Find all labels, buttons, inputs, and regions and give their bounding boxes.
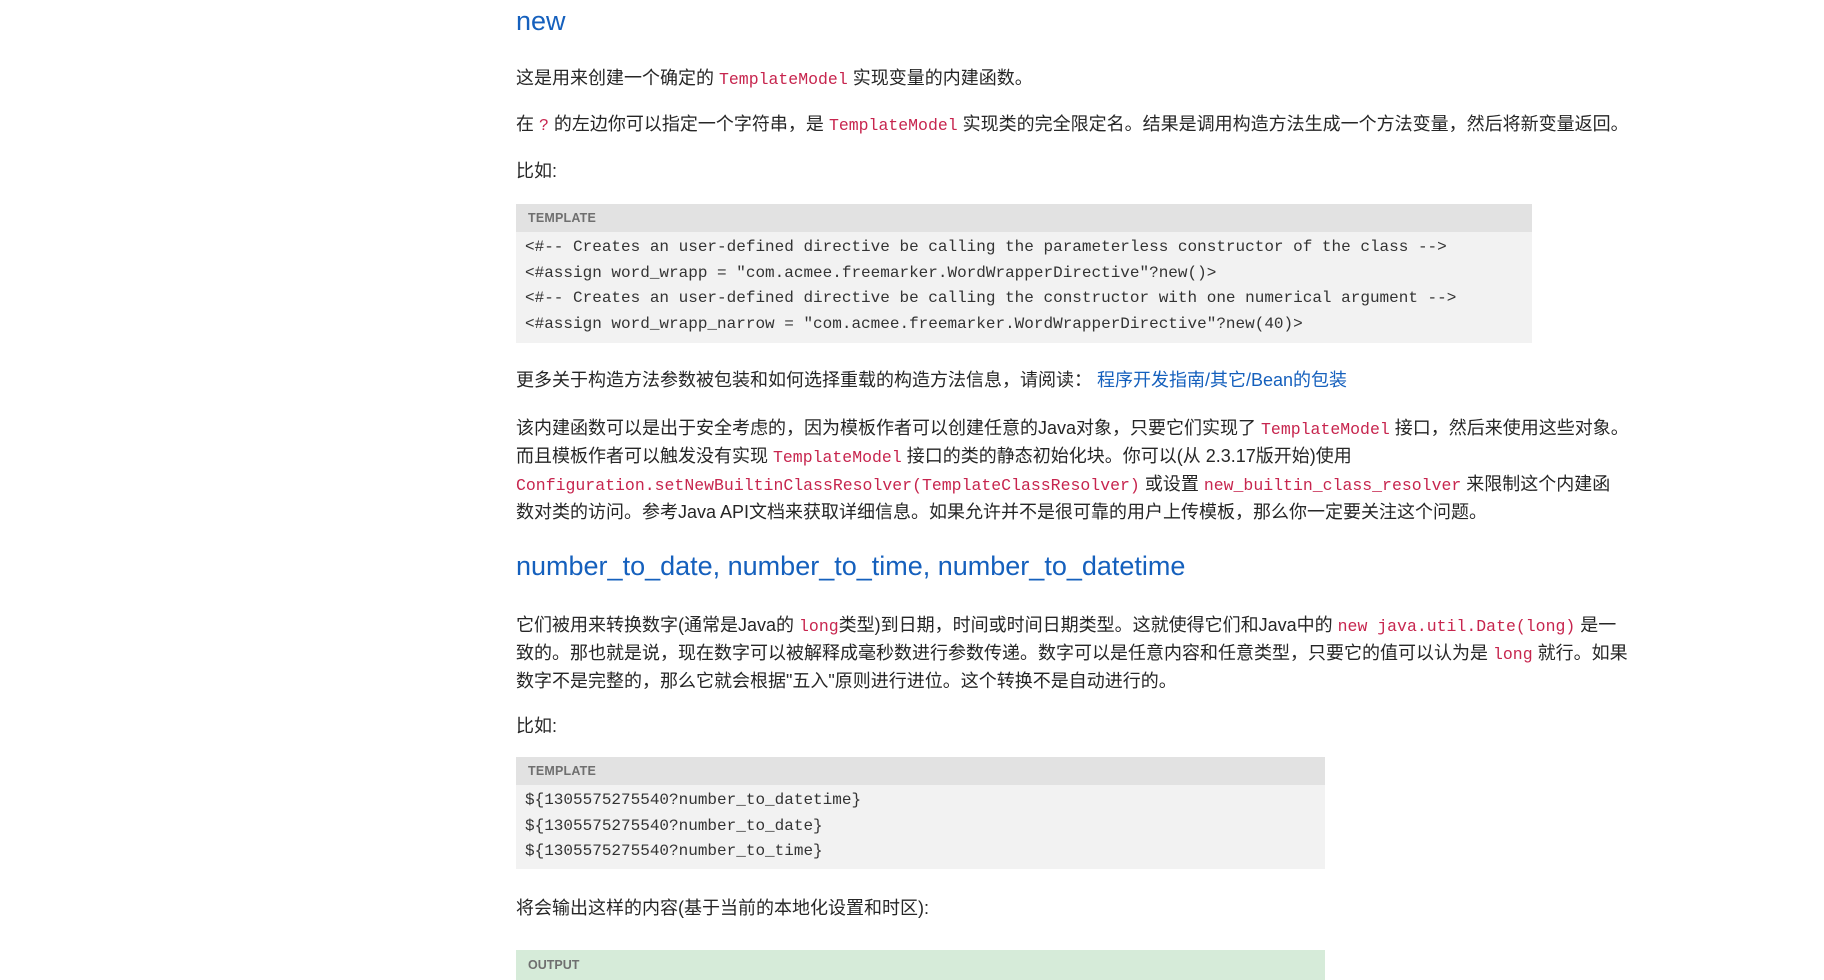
- security-line-2: 而且模板作者可以触发没有实现 TemplateModel 接口的类的静态初始化块…: [516, 442, 1352, 472]
- text-span: 接口，然后来使用这些对象。: [1389, 418, 1629, 438]
- code-line: <#-- Creates an user-defined directive b…: [525, 289, 1457, 307]
- code-line: <#assign word_wrapp = "com.acmee.freemar…: [525, 263, 1217, 282]
- code-line: ${1305575275540?number_to_datetime}: [525, 791, 862, 809]
- template-box-header: TEMPLATE: [516, 204, 1532, 232]
- doc-content: new 这是用来创建一个确定的 TemplateModel 实现变量的内建函数。…: [0, 0, 1824, 980]
- text-span: 实现变量的内建函数。: [847, 68, 1033, 88]
- number-desc-line-1: 它们被用来转换数字(通常是Java的 long类型)到日期，时间或时间日期类型。…: [516, 611, 1616, 641]
- text-span: 致的。那也就是说，现在数字可以被解释成毫秒数进行参数传递。数字可以是任意内容和任…: [516, 643, 1493, 663]
- output-code-box: OUTPUT: [516, 950, 1325, 980]
- text-span: 实现类的完全限定名。结果是调用构造方法生成一个方法变量，然后将新变量返回。: [957, 114, 1629, 134]
- code-line: <#assign word_wrapp_narrow = "com.acmee.…: [525, 314, 1303, 333]
- output-label: 将会输出这样的内容(基于当前的本地化设置和时区):: [516, 898, 929, 918]
- number-desc-line-2: 致的。那也就是说，现在数字可以被解释成毫秒数进行参数传递。数字可以是任意内容和任…: [516, 639, 1628, 669]
- output-box-header: OUTPUT: [528, 958, 580, 972]
- text-span: 来限制这个内建函: [1461, 474, 1611, 494]
- inline-code: ?: [539, 116, 549, 135]
- inline-code: TemplateModel: [1261, 420, 1390, 439]
- template-box-body[interactable]: ${1305575275540?number_to_datetime} ${13…: [516, 785, 1325, 869]
- text-span: 这是用来创建一个确定的: [516, 68, 719, 88]
- inline-code: TemplateModel: [828, 116, 958, 135]
- section-title-new: new: [516, 6, 566, 36]
- inline-code: long: [1493, 645, 1533, 664]
- security-line-1: 该内建函数可以是出于安全考虑的，因为模板作者可以创建任意的Java对象，只要它们…: [516, 414, 1629, 444]
- template-box-header: TEMPLATE: [516, 757, 1325, 785]
- section-title-number-to-date: number_to_date, number_to_time, number_t…: [516, 551, 1186, 581]
- example-label: 比如:: [516, 716, 558, 736]
- code-line: ${1305575275540?number_to_date}: [525, 816, 823, 835]
- template-box-body[interactable]: <#-- Creates an user-defined directive b…: [516, 232, 1532, 341]
- inline-code: new java.util.Date(long): [1337, 617, 1576, 636]
- text-span: 就行。如果: [1532, 643, 1628, 663]
- inline-code: new_builtin_class_resolver: [1203, 476, 1462, 495]
- bean-wrapper-link[interactable]: 程序开发指南/其它/Bean的包装: [1097, 370, 1347, 390]
- template-code-box: TEMPLATE ${1305575275540?number_to_datet…: [516, 757, 1325, 869]
- text-span: 该内建函数可以是出于安全考虑的，因为模板作者可以创建任意的Java对象，只要它们…: [516, 418, 1262, 438]
- code-line: <#-- Creates an user-defined directive b…: [525, 238, 1447, 256]
- text-span: 是一: [1575, 615, 1617, 635]
- number-desc-line-3: 数字不是完整的，那么它就会根据"五入"原则进行进位。这个转换不是自动进行的。: [516, 671, 1177, 691]
- code-line: ${1305575275540?number_to_time}: [525, 842, 823, 860]
- new-description: 这是用来创建一个确定的 TemplateModel 实现变量的内建函数。: [516, 64, 1033, 94]
- example-label: 比如:: [516, 161, 558, 181]
- text-span: 在: [516, 114, 540, 134]
- template-code-box: TEMPLATE <#-- Creates an user-defined di…: [516, 204, 1532, 343]
- inline-code: TemplateModel: [719, 70, 848, 89]
- text-span: 或设置: [1139, 474, 1204, 494]
- security-line-4: 数对类的访问。参考Java API文档来获取详细信息。如果允许并不是很可靠的用户…: [516, 502, 1488, 522]
- security-line-3: Configuration.setNewBuiltinClassResolver…: [516, 470, 1610, 500]
- text-span: 而且模板作者可以触发没有实现: [516, 446, 773, 466]
- text-span: 更多关于构造方法参数被包装和如何选择重载的构造方法信息，请阅读：: [516, 370, 1097, 390]
- inline-code: long: [799, 617, 839, 636]
- text-span: 接口的类的静态初始化块。你可以(从 2.3.17版开始)使用: [901, 446, 1352, 466]
- text-span: 类型)到日期，时间或时间日期类型。这就使得它们和Java中的: [838, 615, 1338, 635]
- new-detail: 在 ? 的左边你可以指定一个字符串，是 TemplateModel 实现类的完全…: [516, 110, 1629, 140]
- inline-code: Configuration.setNewBuiltinClassResolver…: [516, 476, 1140, 495]
- text-span: 的左边你可以指定一个字符串，是: [548, 114, 829, 134]
- inline-code: TemplateModel: [773, 448, 902, 467]
- text-span: 它们被用来转换数字(通常是Java的: [516, 615, 800, 635]
- more-info-text: 更多关于构造方法参数被包装和如何选择重载的构造方法信息，请阅读： 程序开发指南/…: [516, 366, 1347, 394]
